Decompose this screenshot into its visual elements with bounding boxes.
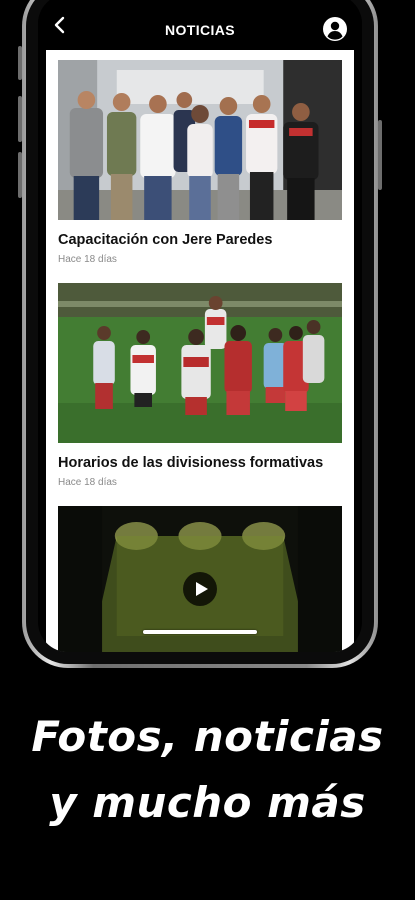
play-button[interactable] (183, 572, 217, 607)
power-button (378, 120, 382, 190)
news-list[interactable]: Capacitación con Jere Paredes Hace 18 dí… (46, 50, 354, 652)
volume-up-button (18, 96, 22, 142)
user-circle-icon[interactable] (322, 16, 348, 42)
news-date: Hace 18 días (58, 477, 117, 488)
news-title[interactable]: Horarios de las divisioness formativas (58, 455, 342, 471)
news-date: Hace 18 días (58, 254, 117, 265)
side-button (18, 46, 22, 80)
volume-down-button (18, 152, 22, 198)
promo-line-2: y mucho más (49, 778, 366, 827)
news-card[interactable]: Capacitación con Jere Paredes Hace 18 dí… (58, 60, 342, 265)
app-header: NOTICIAS (38, 0, 362, 48)
play-icon (196, 582, 208, 597)
page-title: NOTICIAS (164, 22, 236, 38)
promo-line-1: Fotos, noticias (31, 712, 384, 761)
phone-frame: NOTICIAS Capacitación con Jere Paredes H… (18, 0, 382, 668)
app-screen: NOTICIAS Capacitación con Jere Paredes H… (38, 0, 362, 652)
news-card[interactable]: Horarios de las divisioness formativas H… (58, 283, 342, 488)
news-image[interactable] (58, 60, 342, 220)
news-title[interactable]: Capacitación con Jere Paredes (58, 232, 342, 248)
home-indicator[interactable] (143, 630, 257, 634)
news-image[interactable] (58, 283, 342, 443)
team-photo (58, 283, 342, 443)
group-photo (58, 60, 342, 220)
